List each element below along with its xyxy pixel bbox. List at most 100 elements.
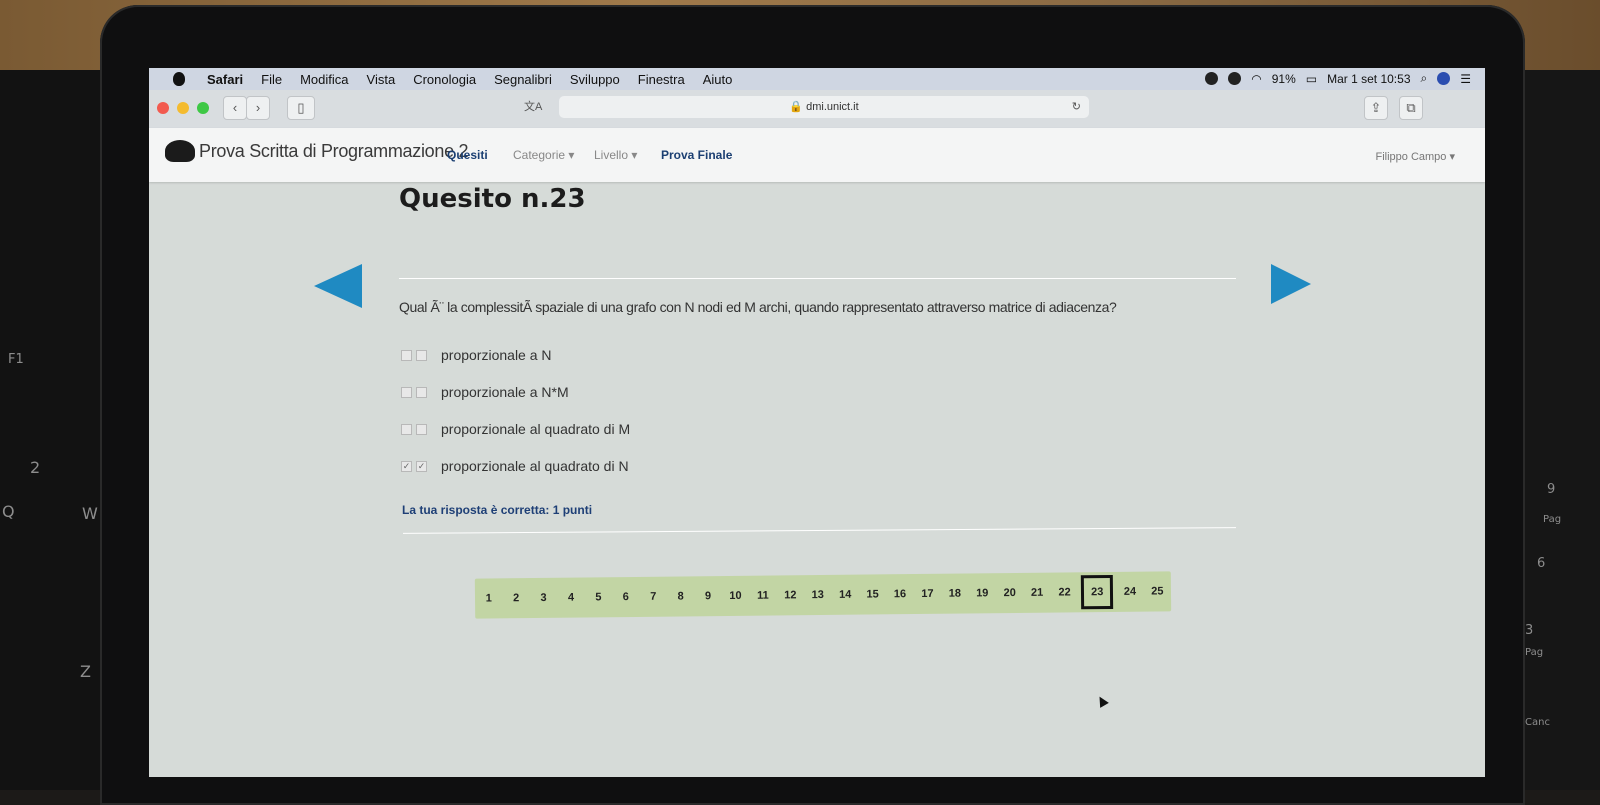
page-link[interactable]: 15 (859, 580, 887, 608)
wifi-icon[interactable]: ◠ (1251, 72, 1261, 86)
dropbox-icon[interactable] (1205, 72, 1219, 85)
nav-livello-dropdown[interactable]: Livello ▾ (594, 148, 637, 162)
nav-quesiti[interactable]: Quesiti (447, 148, 488, 162)
menu-app[interactable]: Safari (207, 72, 243, 87)
answer-feedback: La tua risposta è corretta: 1 punti (402, 503, 593, 517)
question-pagination: 1 2 3 4 5 6 7 8 9 10 11 12 13 14 15 16 17 18 19 20 21 22 23 24 2… (474, 571, 1172, 619)
translate-icon[interactable]: 文A (524, 98, 542, 114)
key-label: W (82, 504, 98, 523)
page-link[interactable]: 2 (502, 584, 530, 612)
nav-prova-finale[interactable]: Prova Finale (661, 148, 732, 162)
page-link[interactable]: 14 (831, 581, 859, 609)
sidebar-toggle-icon[interactable]: ▯ (287, 96, 315, 120)
divider-bottom (403, 527, 1236, 534)
question-text: Qual Ã¨ la complessitÃ spaziale di una g… (399, 299, 1117, 315)
clock[interactable]: Mar 1 set 10:53 (1327, 72, 1410, 86)
key-label: F1 (8, 352, 24, 367)
page-link[interactable]: 11 (749, 581, 777, 609)
key-label: Canc (1525, 717, 1550, 728)
forward-button[interactable]: › (246, 96, 270, 120)
page-link-current[interactable]: 23 (1081, 574, 1114, 610)
address-bar[interactable]: 🔒 dmi.unict.it ↻ (559, 96, 1089, 118)
sync-icon[interactable] (1228, 72, 1242, 85)
browser-toolbar: ‹ › ▯ 文A 🔒 dmi.unict.it ↻ ⇪ ⧉ (149, 90, 1485, 129)
minimize-window-button[interactable] (177, 102, 189, 114)
menu-item-finestra[interactable]: Finestra (638, 72, 685, 87)
page-link[interactable]: 9 (694, 582, 722, 610)
page-link[interactable]: 17 (914, 580, 942, 608)
option-label: proporzionale a N*M (441, 384, 569, 400)
answer-option[interactable]: proporzionale a N*M (401, 384, 569, 400)
page-link[interactable]: 25 (1144, 577, 1172, 605)
option-label: proporzionale al quadrato di N (441, 458, 629, 474)
checkmark-icon[interactable]: ✓ (401, 460, 412, 472)
checkbox[interactable] (401, 349, 412, 361)
checkbox[interactable] (416, 423, 427, 435)
key-label: Pag (1543, 514, 1562, 525)
close-window-button[interactable] (157, 102, 169, 114)
apple-icon[interactable] (173, 72, 185, 86)
page-link[interactable]: 7 (639, 583, 667, 611)
back-button[interactable]: ‹ (223, 96, 247, 120)
user-menu-dropdown[interactable]: Filippo Campo ▾ (1376, 150, 1456, 163)
notification-center-icon[interactable]: ☰ (1460, 72, 1471, 86)
checkbox[interactable] (416, 349, 427, 361)
share-icon[interactable]: ⇪ (1364, 96, 1388, 120)
page-link[interactable]: 16 (886, 580, 914, 608)
spotlight-icon[interactable]: ⌕ (1421, 71, 1428, 86)
checkbox[interactable] (401, 423, 412, 435)
page-link[interactable]: 13 (804, 581, 832, 609)
option-label: proporzionale al quadrato di M (441, 421, 631, 437)
key-label: Q (2, 502, 15, 521)
page-link[interactable]: 12 (776, 581, 804, 609)
battery-icon[interactable]: ▭ (1306, 72, 1317, 86)
siri-icon[interactable] (1437, 72, 1451, 85)
prev-question-arrow-icon[interactable] (314, 264, 362, 308)
keyboard-left: F1 2 Q W Z (0, 70, 110, 790)
page-link[interactable]: 6 (612, 583, 640, 611)
logo-icon[interactable] (165, 140, 195, 162)
checkbox[interactable] (401, 386, 412, 398)
page-link[interactable]: 10 (722, 582, 750, 610)
nav-categorie-dropdown[interactable]: Categorie ▾ (513, 148, 574, 162)
answer-option-selected[interactable]: ✓ ✓ proporzionale al quadrato di N (401, 458, 629, 474)
brand-title[interactable]: Prova Scritta di Programmazione 2 (199, 141, 469, 162)
key-label: Pag (1525, 647, 1544, 658)
page-link[interactable]: 21 (1023, 579, 1051, 607)
lock-icon: 🔒 (789, 101, 804, 113)
option-label: proporzionale a N (441, 347, 552, 363)
answer-option[interactable]: proporzionale al quadrato di M (401, 421, 630, 437)
mac-menubar: Safari File Modifica Vista Cronologia Se… (149, 68, 1485, 90)
page-link[interactable]: 3 (530, 584, 558, 612)
answer-option[interactable]: proporzionale a N (401, 347, 552, 363)
reload-icon[interactable]: ↻ (1072, 96, 1081, 118)
keyboard-right: 9 Pag 6 3 Pag Canc (1525, 70, 1600, 790)
question-title: Quesito n.23 (399, 184, 586, 214)
menu-item-modifica[interactable]: Modifica (300, 72, 348, 87)
menu-item-sviluppo[interactable]: Sviluppo (570, 72, 620, 87)
checkbox[interactable] (416, 386, 427, 398)
tabs-overview-icon[interactable]: ⧉ (1399, 96, 1423, 120)
page-link[interactable]: 20 (996, 579, 1024, 607)
page-link[interactable]: 24 (1116, 578, 1144, 606)
menu-item-vista[interactable]: Vista (367, 72, 396, 87)
page-link[interactable]: 8 (667, 582, 695, 610)
page-link[interactable]: 19 (968, 579, 996, 607)
key-label: 6 (1537, 556, 1546, 571)
next-question-arrow-icon[interactable] (1271, 264, 1311, 304)
checkmark-icon[interactable]: ✓ (416, 460, 427, 472)
key-label: Z (80, 662, 91, 681)
battery-percent[interactable]: 91% (1272, 72, 1296, 86)
menu-item-aiuto[interactable]: Aiuto (703, 72, 733, 87)
menu-item-file[interactable]: File (261, 72, 282, 87)
page-link[interactable]: 4 (557, 583, 585, 611)
page-link[interactable]: 18 (941, 579, 969, 607)
menu-item-cronologia[interactable]: Cronologia (413, 72, 476, 87)
menu-item-segnalibri[interactable]: Segnalibri (494, 72, 552, 87)
status-area: ◠ 91% ▭ Mar 1 set 10:53 ⌕ ☰ (1205, 71, 1471, 86)
page-link[interactable]: 1 (475, 584, 503, 612)
divider-top (399, 278, 1236, 279)
page-link[interactable]: 5 (585, 583, 613, 611)
fullscreen-window-button[interactable] (197, 102, 209, 114)
page-link[interactable]: 22 (1051, 578, 1079, 606)
